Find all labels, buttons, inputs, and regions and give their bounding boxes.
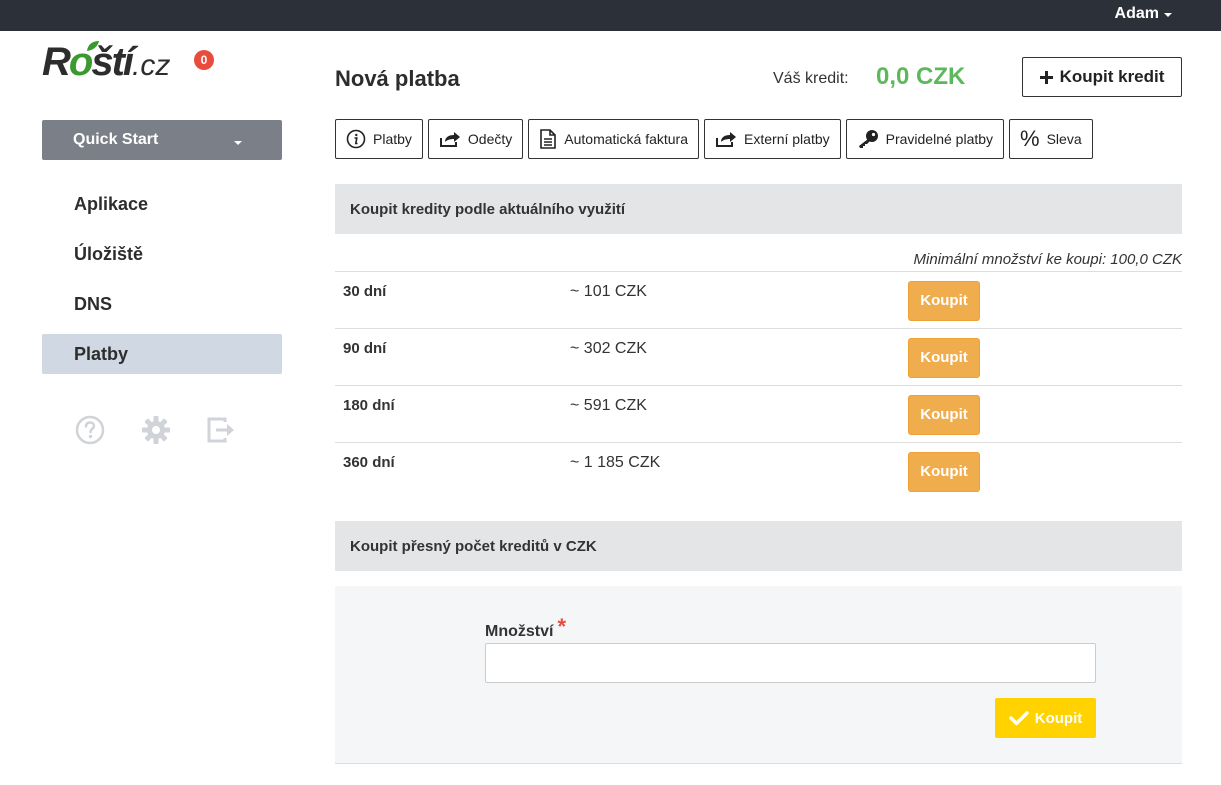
sidebar-item-label: Platby (74, 344, 129, 364)
row-days: 180 dní (343, 397, 395, 414)
row-price: ~ 1 185 CZK (570, 454, 661, 471)
page-title: Nová platba (335, 66, 460, 91)
credit-value: 0,0 CZK (876, 63, 966, 90)
key-icon (858, 130, 878, 148)
usage-table: 30 dní ~ 101 CZK Koupit 90 dní ~ 302 CZK… (335, 271, 1182, 499)
tab-sleva[interactable]: % Sleva (1009, 119, 1093, 159)
table-row: 30 dní ~ 101 CZK Koupit (335, 271, 1182, 328)
row-days: 30 dní (343, 283, 387, 300)
tab-label: Platby (373, 131, 412, 147)
help-icon[interactable] (74, 414, 106, 446)
payment-tabs: Platby Odečty Automatická faktura Extern… (335, 119, 1093, 159)
sidebar-item-label: Aplikace (74, 194, 149, 214)
row-price: ~ 101 CZK (570, 283, 647, 300)
top-bar: Adam (0, 0, 1221, 31)
sidebar-item-platby[interactable]: Platby (42, 334, 282, 374)
row-price: ~ 591 CZK (570, 397, 647, 414)
gear-icon[interactable] (140, 414, 172, 446)
row-days: 360 dní (343, 454, 395, 471)
sidebar-item-aplikace[interactable]: Aplikace (42, 184, 282, 224)
info-icon (346, 129, 366, 149)
share-icon (439, 132, 460, 147)
tab-label: Externí platby (744, 131, 830, 147)
buy-30-days-button[interactable]: Koupit (908, 281, 980, 321)
buy-90-days-button[interactable]: Koupit (908, 338, 980, 378)
tab-odecty[interactable]: Odečty (427, 119, 524, 159)
sidebar-item-uloziste[interactable]: Úložiště (42, 234, 282, 274)
tab-label: Odečty (467, 131, 513, 147)
tab-automaticka-faktura[interactable]: Automatická faktura (528, 119, 700, 159)
notification-badge[interactable]: 0 (194, 50, 214, 70)
document-icon (540, 129, 557, 149)
tab-pravidelne-platby[interactable]: Pravidelné platby (845, 119, 1005, 159)
buy-180-days-button[interactable]: Koupit (908, 395, 980, 435)
submit-label: Koupit (1034, 709, 1083, 727)
user-name: Adam (1114, 5, 1159, 22)
table-row: 360 dní ~ 1 185 CZK Koupit (335, 442, 1182, 499)
quick-start-label: Quick Start (73, 131, 159, 148)
caret-down-icon (234, 141, 242, 145)
sidebar-item-label: DNS (74, 294, 113, 314)
share-icon (716, 132, 737, 147)
plus-icon (1039, 70, 1053, 84)
row-price: ~ 302 CZK (570, 340, 647, 357)
caret-down-icon (1164, 13, 1172, 17)
table-row: 90 dní ~ 302 CZK Koupit (335, 328, 1182, 385)
buy-360-days-button[interactable]: Koupit (908, 452, 980, 492)
exact-section-heading: Koupit přesný počet kreditů v CZK (335, 521, 1182, 571)
tab-label: Sleva (1046, 131, 1082, 147)
exact-amount-form: Množství * Koupit (335, 586, 1182, 764)
table-row: 180 dní ~ 591 CZK Koupit (335, 385, 1182, 442)
logo[interactable]: Roští.cz 0 (42, 40, 217, 96)
percent-icon: % (1020, 126, 1040, 151)
amount-input[interactable] (485, 643, 1096, 683)
tab-platby[interactable]: Platby (335, 119, 423, 159)
submit-buy-button[interactable]: Koupit (995, 698, 1096, 738)
required-mark: * (557, 614, 567, 639)
logout-icon[interactable] (206, 414, 238, 446)
leaf-icon (87, 41, 99, 51)
tab-externi-platby[interactable]: Externí platby (704, 119, 841, 159)
sidebar-item-label: Úložiště (74, 244, 144, 264)
usage-section-heading: Koupit kredity podle aktuálního využití (335, 184, 1182, 234)
sidebar-item-dns[interactable]: DNS (42, 284, 282, 324)
logo-text: Roští.cz (42, 40, 171, 84)
tab-label: Automatická faktura (564, 131, 689, 147)
tab-label: Pravidelné platby (885, 131, 994, 147)
user-menu[interactable]: Adam (1115, 5, 1172, 23)
minimum-amount-note: Minimální množství ke koupi: 100,0 CZK (913, 251, 1182, 268)
row-days: 90 dní (343, 340, 387, 357)
amount-label: Množství * (485, 614, 567, 640)
buy-credit-label: Koupit kredit (1059, 67, 1165, 86)
quick-start-dropdown[interactable]: Quick Start (42, 120, 282, 160)
credit-label: Váš kredit: (773, 70, 849, 87)
buy-credit-button[interactable]: Koupit kredit (1022, 57, 1182, 97)
check-icon (1009, 711, 1029, 726)
